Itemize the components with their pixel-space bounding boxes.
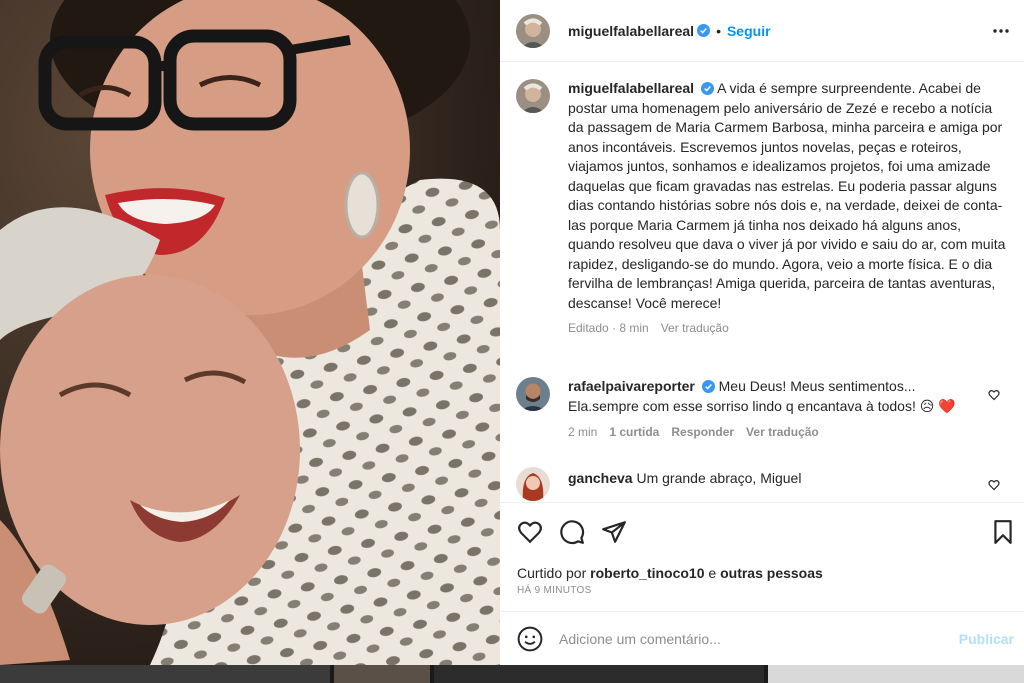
comment-text: Um grande abraço, Miguel — [636, 470, 802, 486]
reply-button[interactable]: Responder — [671, 425, 734, 439]
likes-summary: Curtido por roberto_tinoco10 e outras pe… — [517, 565, 823, 581]
publish-button[interactable]: Publicar — [959, 631, 1014, 647]
verified-badge-icon — [700, 82, 714, 95]
share-icon[interactable] — [601, 519, 627, 545]
heart-icon[interactable] — [517, 519, 543, 545]
comment-input[interactable] — [559, 630, 939, 647]
commenter-username[interactable]: rafaelpaivareporter — [568, 378, 695, 394]
comment-like-icon[interactable] — [988, 389, 1000, 401]
emoji-icon[interactable] — [517, 626, 543, 652]
author-avatar[interactable] — [516, 79, 550, 113]
caption-username[interactable]: miguelfalabellareal — [568, 80, 694, 96]
post-photo — [0, 0, 500, 665]
more-options-icon[interactable] — [992, 22, 1010, 40]
follow-button[interactable]: Seguir — [727, 23, 771, 39]
translate-link[interactable]: Ver tradução — [661, 321, 729, 335]
comment-item: gancheva Um grande abraço, Miguel — [516, 467, 1008, 501]
verified-badge-icon — [701, 380, 715, 393]
comment-composer: Publicar — [500, 611, 1024, 665]
comments-list[interactable]: miguelfalabellareal A vida é sempre surp… — [500, 62, 1024, 502]
commenter-username[interactable]: gancheva — [568, 470, 633, 486]
bookmark-icon[interactable] — [990, 519, 1016, 545]
comment-icon[interactable] — [559, 519, 585, 545]
comment-text: Ela.sempre com esse sorriso lindo q enca… — [568, 397, 956, 414]
comment-text: Meu Deus! Meus sentimentos... — [718, 378, 916, 394]
post-details-panel: miguelfalabellareal • Seguir miguelfalab… — [500, 0, 1024, 665]
likes-prefix: Curtido por — [517, 565, 587, 581]
thumbnail-strip — [0, 665, 1024, 683]
caption-edited-time: Editado · 8 min — [568, 321, 649, 335]
commenter-avatar[interactable] — [516, 467, 550, 501]
post-actions: Curtido por roberto_tinoco10 e outras pe… — [500, 502, 1024, 662]
author-avatar[interactable] — [516, 13, 550, 48]
liker-username[interactable]: roberto_tinoco10 — [590, 565, 704, 581]
separator-dot: • — [716, 22, 721, 39]
comment-like-icon[interactable] — [988, 479, 1000, 491]
author-username[interactable]: miguelfalabellareal — [568, 23, 694, 39]
caption-body: A vida é sempre surpreendente. Acabei de… — [568, 80, 1006, 311]
others-link[interactable]: outras pessoas — [720, 565, 823, 581]
comment-item: rafaelpaivareporter Meu Deus! Meus senti… — [516, 377, 1008, 439]
comment-likes-count[interactable]: 1 curtida — [609, 425, 659, 439]
comment-time: 2 min — [568, 425, 598, 439]
likes-conj: e — [708, 565, 717, 581]
caption: miguelfalabellareal A vida é sempre surp… — [516, 79, 1008, 335]
verified-badge-icon — [697, 24, 711, 37]
translate-link[interactable]: Ver tradução — [746, 425, 819, 439]
post-timestamp: HÁ 9 MINUTOS — [517, 585, 592, 596]
commenter-avatar[interactable] — [516, 377, 550, 411]
caption-text: miguelfalabellareal A vida é sempre surp… — [568, 79, 1006, 313]
post-header: miguelfalabellareal • Seguir — [500, 0, 1024, 62]
